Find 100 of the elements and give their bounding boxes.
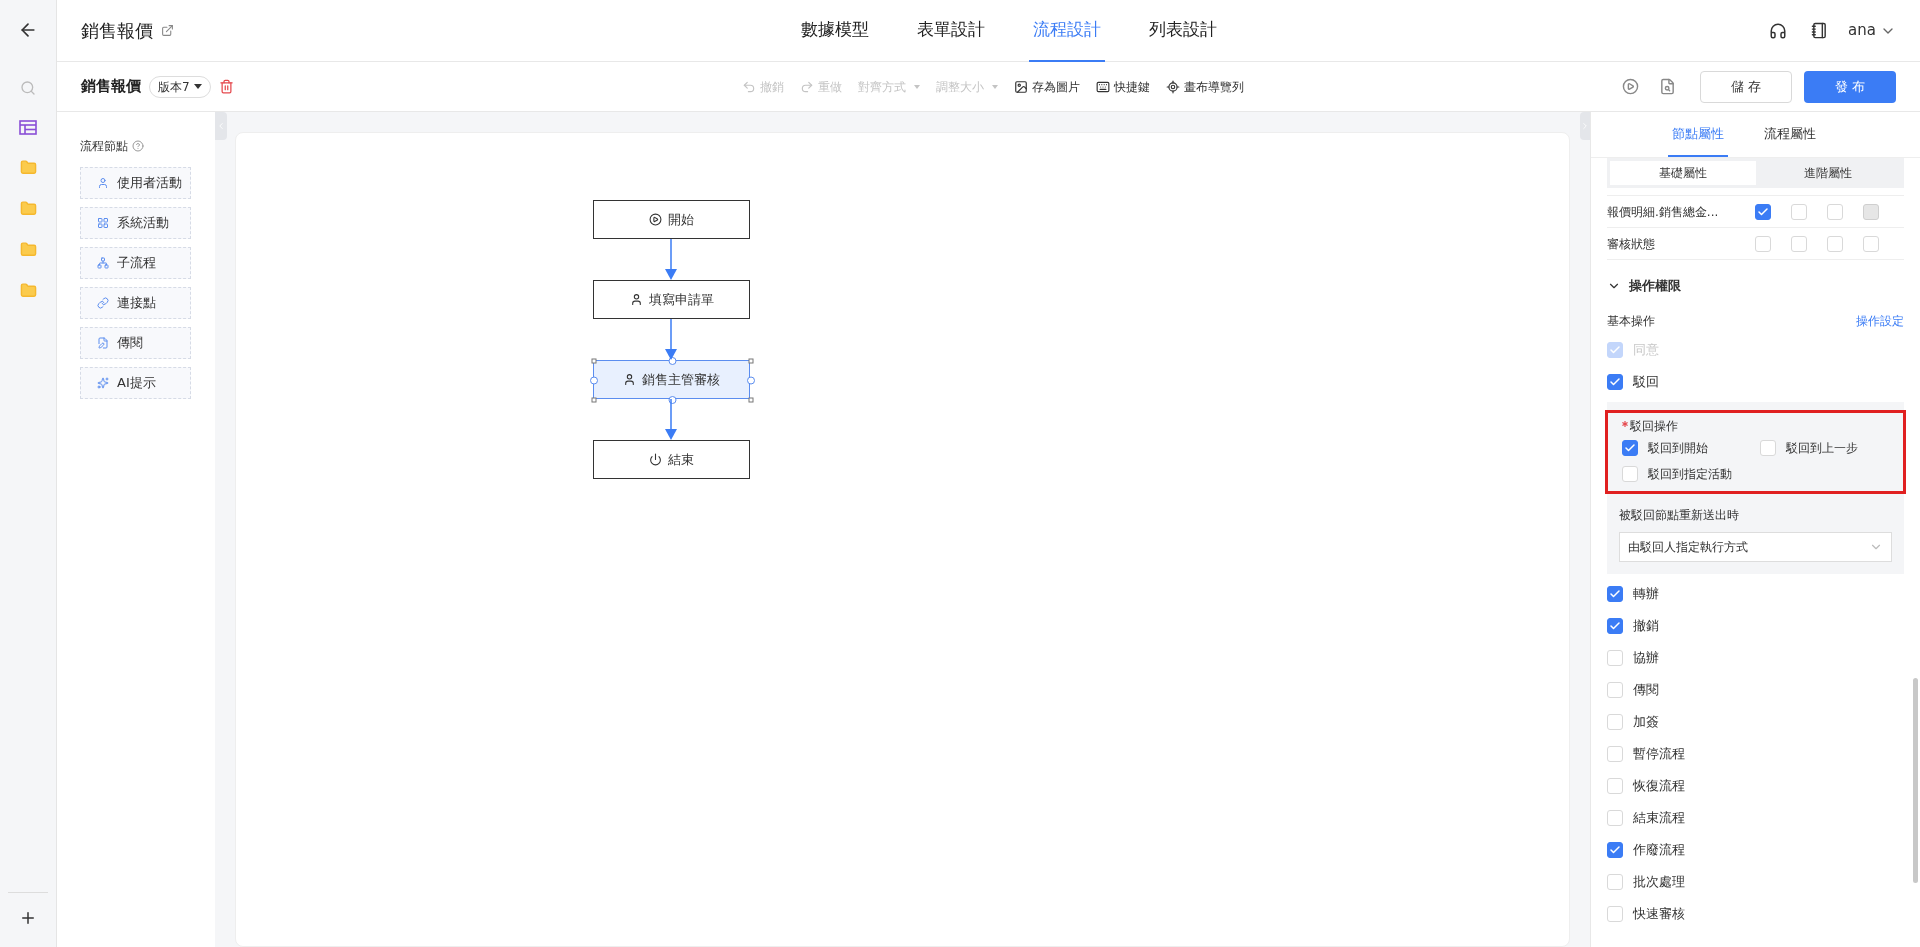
check-icon xyxy=(1609,375,1621,388)
end-icon xyxy=(649,453,662,466)
caret-icon xyxy=(193,84,202,89)
checkbox-label: 駁回到上一步 xyxy=(1785,439,1858,457)
checkbox-label: 恢復流程 xyxy=(1633,776,1685,795)
table-icon[interactable] xyxy=(19,120,37,135)
checkbox[interactable] xyxy=(1755,203,1771,220)
app-title: 銷售報價 xyxy=(81,19,153,43)
check-icon xyxy=(1609,587,1621,600)
folder-icon[interactable] xyxy=(19,159,37,176)
process-name: 銷售報價 xyxy=(81,76,141,98)
folder-icon[interactable] xyxy=(19,200,37,217)
nav-tab[interactable]: 列表設計 xyxy=(1145,0,1221,62)
checkbox-label: 轉辦 xyxy=(1633,584,1659,603)
user-icon xyxy=(629,293,643,306)
segment-tab[interactable]: 進階屬性 xyxy=(1755,161,1901,185)
redo-icon xyxy=(800,80,814,94)
publish-button[interactable]: 發 布 xyxy=(1804,70,1896,103)
palette-item[interactable]: 傳閱 xyxy=(80,327,191,359)
node-label: 開始 xyxy=(668,210,694,229)
flow-node[interactable]: 結束 xyxy=(593,440,750,479)
add-icon[interactable] xyxy=(19,909,37,927)
segment-tab[interactable]: 基礎屬性 xyxy=(1610,161,1756,185)
toolbar-button[interactable]: 畫布導覽列 xyxy=(1166,78,1244,96)
field-name: 報價明細.銷售總金... xyxy=(1607,203,1720,221)
subflow-icon xyxy=(97,257,109,269)
help-icon[interactable] xyxy=(132,140,144,152)
nav-tab[interactable]: 表單設計 xyxy=(913,0,989,62)
system-icon xyxy=(97,217,109,229)
checkbox-label: 加簽 xyxy=(1633,712,1659,731)
toolbar-button[interactable]: 存為圖片 xyxy=(1014,78,1080,96)
checkbox[interactable] xyxy=(1607,841,1623,858)
group-label: 駁回操作 xyxy=(1630,417,1678,435)
node-label: 銷售主管審核 xyxy=(642,370,720,389)
checkbox-label: 駁回到指定活動 xyxy=(1648,465,1732,483)
section-toggle[interactable]: 操作權限 xyxy=(1607,276,1681,296)
check-icon xyxy=(1609,843,1621,856)
ai-icon xyxy=(97,377,109,389)
selection-handles-drawing[interactable] xyxy=(589,356,756,405)
support-icon[interactable] xyxy=(1769,21,1788,40)
check-icon xyxy=(1624,441,1636,454)
book-icon[interactable] xyxy=(1811,22,1829,39)
search-icon[interactable] xyxy=(20,80,36,96)
select-field[interactable]: 由駁回人指定執行方式 xyxy=(1619,531,1892,562)
checkbox-label: 作廢流程 xyxy=(1633,840,1685,859)
start-icon xyxy=(649,213,662,226)
checkbox[interactable] xyxy=(1607,617,1623,634)
palette-item[interactable]: 子流程 xyxy=(80,247,191,279)
image-icon xyxy=(1014,80,1028,94)
checkbox-label: 撤銷 xyxy=(1633,616,1659,635)
user-menu[interactable]: ana xyxy=(1848,19,1896,42)
flow-arrow xyxy=(665,319,677,360)
save-button[interactable]: 儲 存 xyxy=(1700,70,1792,103)
navigator-icon xyxy=(1166,80,1180,94)
field-name: 審核狀態 xyxy=(1607,235,1656,253)
check-icon xyxy=(1609,619,1621,632)
checkbox-label: 傳閱 xyxy=(1633,680,1659,699)
delete-icon[interactable] xyxy=(218,79,234,94)
undo-icon xyxy=(742,80,756,94)
toolbar-button[interactable]: 快捷鍵 xyxy=(1096,78,1150,96)
node-label: 結束 xyxy=(668,450,694,469)
run-icon[interactable] xyxy=(1622,78,1639,95)
checkbox-label: 協辦 xyxy=(1633,648,1659,667)
flow-arrow xyxy=(665,399,677,440)
folder-icon[interactable] xyxy=(19,241,37,258)
palette-title: 流程節點 xyxy=(80,138,128,155)
settings-link[interactable]: 操作設定 xyxy=(1856,311,1904,330)
node-label: 填寫申請單 xyxy=(648,290,714,309)
checkbox-label: 快速審核 xyxy=(1633,904,1685,923)
palette-item[interactable]: 使用者活動 xyxy=(80,167,191,199)
chevron-right-icon xyxy=(1580,121,1590,131)
palette-item[interactable]: 連接點 xyxy=(80,287,191,319)
flow-node[interactable]: 開始 xyxy=(593,200,750,239)
panel-tab[interactable]: 流程屬性 xyxy=(1759,112,1820,157)
keyboard-icon xyxy=(1096,80,1110,94)
expand-handle[interactable] xyxy=(1580,112,1590,140)
palette-item[interactable]: 系統活動 xyxy=(80,207,191,239)
field-label: 被駁回節點重新送出時 xyxy=(1619,506,1740,524)
nav-tab[interactable]: 數據模型 xyxy=(797,0,873,62)
circulate-icon xyxy=(97,337,109,349)
flow-node[interactable]: 填寫申請單 xyxy=(593,280,750,319)
checkbox[interactable] xyxy=(1607,373,1623,390)
palette-item[interactable]: AI提示 xyxy=(80,367,191,399)
preview-icon[interactable] xyxy=(1659,78,1676,95)
folder-icon[interactable] xyxy=(19,282,37,299)
checkbox-label: 暫停流程 xyxy=(1633,744,1685,763)
user-icon xyxy=(623,373,636,386)
checkbox-label: 駁回到開始 xyxy=(1648,439,1708,457)
group-label: 基本操作 xyxy=(1607,312,1655,330)
scrollbar[interactable] xyxy=(1913,678,1918,883)
collapse-handle[interactable] xyxy=(215,112,227,140)
checkbox[interactable] xyxy=(1607,585,1623,602)
link-icon xyxy=(97,297,109,309)
checkbox[interactable] xyxy=(1622,439,1638,456)
external-link-icon[interactable] xyxy=(161,24,174,37)
flow-arrow xyxy=(665,239,677,280)
user-icon xyxy=(97,177,109,189)
checkbox-label: 批次處理 xyxy=(1633,872,1685,891)
check-icon xyxy=(1757,205,1769,218)
check-icon xyxy=(1609,343,1621,356)
